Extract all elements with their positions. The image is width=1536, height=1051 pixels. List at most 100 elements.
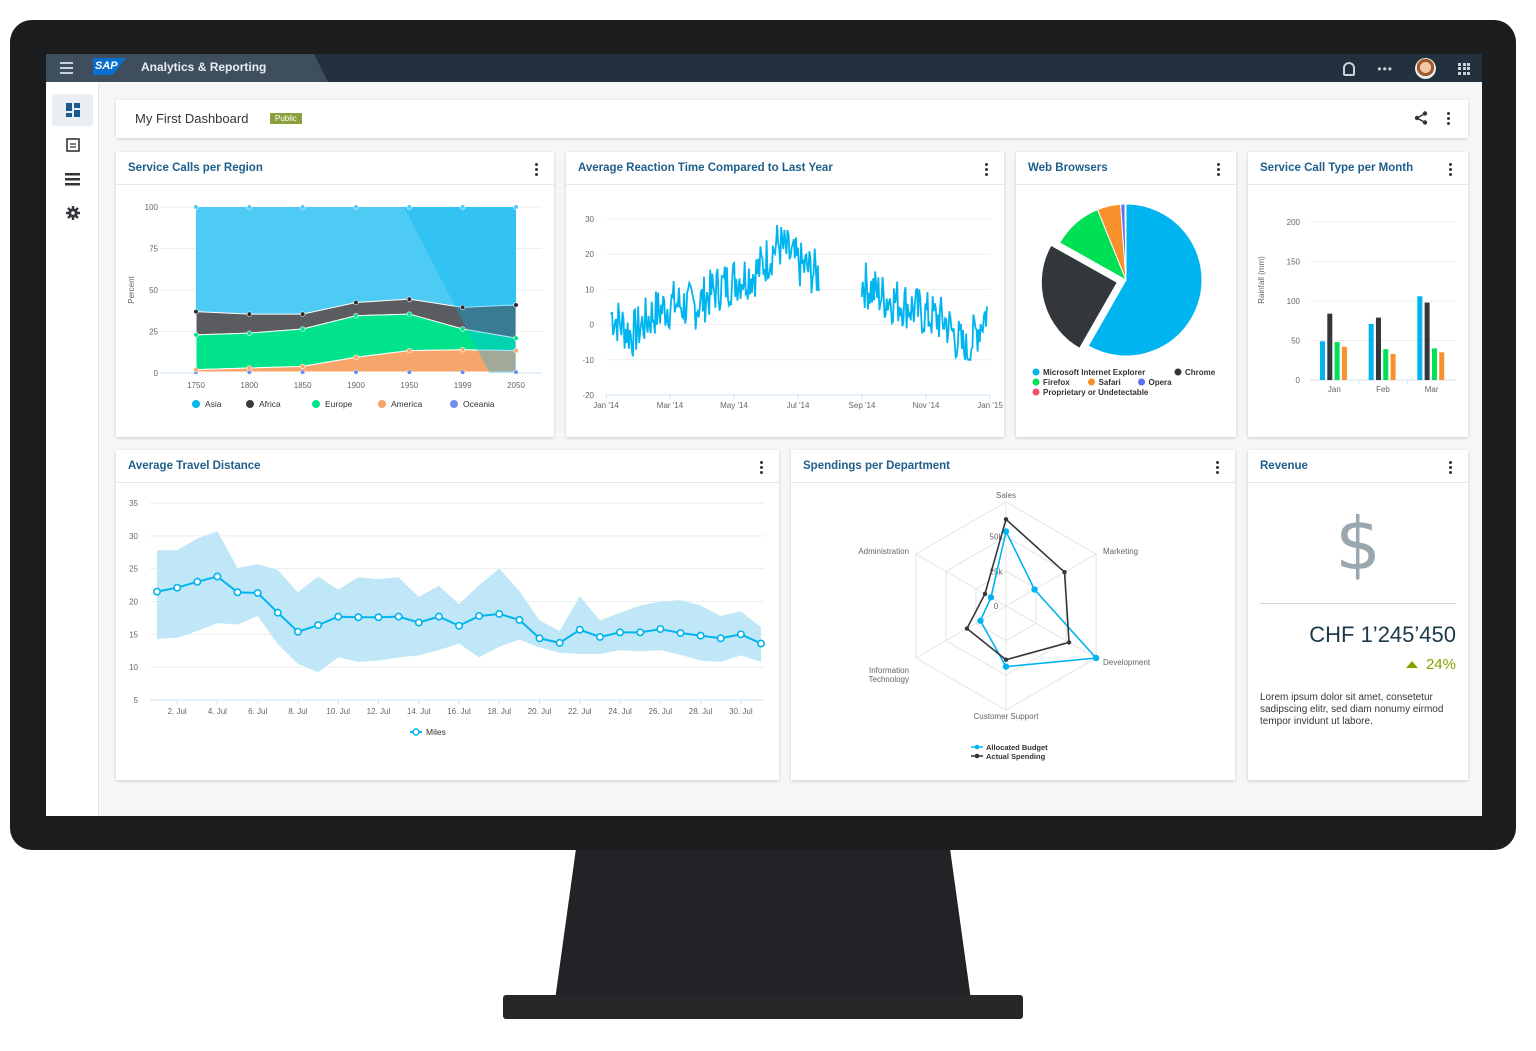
data-point: [300, 369, 306, 375]
data-point: [233, 588, 242, 597]
card-title: Average Travel Distance: [128, 460, 261, 472]
more-vertical-icon[interactable]: [1449, 461, 1452, 474]
series-line: [610, 224, 988, 362]
data-point: [460, 369, 466, 375]
y-tick-label: 150: [1287, 258, 1301, 267]
x-tick-label: 18. Jul: [487, 707, 511, 716]
more-horizontal-icon[interactable]: •••: [1377, 62, 1393, 76]
data-point: [696, 631, 705, 640]
visibility-badge: Public: [270, 113, 302, 124]
monitor-stand-base: [503, 995, 1023, 1019]
x-tick-label: Nov '14: [913, 401, 940, 410]
more-vertical-icon[interactable]: [985, 163, 988, 176]
data-point: [475, 611, 484, 620]
data-point: [193, 308, 199, 315]
card-travel-distance: Average Travel Distance 5 10 15 20 25 30 35 2. …: [116, 450, 779, 780]
sidebar-item-settings[interactable]: [52, 197, 93, 229]
x-tick-label: 4. Jul: [208, 707, 227, 716]
x-tick-label: 10. Jul: [326, 707, 350, 716]
data-point: [460, 347, 466, 353]
data-point: [656, 625, 665, 634]
more-vertical-icon[interactable]: [760, 461, 763, 474]
legend-marker: [246, 400, 254, 408]
data-point: [253, 588, 262, 597]
data-point: [1092, 654, 1100, 662]
bar: [1334, 342, 1340, 380]
r-tick-label: 0: [994, 602, 999, 611]
data-point: [246, 365, 252, 371]
sidebar-item-dashboard[interactable]: [52, 94, 93, 126]
card-title: Revenue: [1260, 460, 1308, 472]
x-tick-label: Jul '14: [787, 401, 810, 410]
card-title: Average Reaction Time Compared to Last Y…: [578, 162, 833, 174]
x-tick-label: 22. Jul: [568, 707, 592, 716]
x-tick-label: 1800: [240, 381, 258, 390]
data-point: [246, 311, 252, 317]
menu-icon[interactable]: [60, 62, 73, 74]
x-tick-label: Feb: [1376, 385, 1390, 394]
app-title: Analytics & Reporting: [141, 60, 267, 74]
dashboard-header: My First Dashboard Public: [116, 100, 1468, 138]
y-tick-label: 10: [585, 285, 594, 294]
data-point: [513, 335, 519, 341]
x-tick-label: 24. Jul: [608, 707, 632, 716]
legend-marker: [1032, 368, 1040, 376]
data-point: [193, 367, 199, 373]
data-point: [575, 625, 584, 634]
x-tick-label: 1750: [187, 381, 205, 390]
data-point: [513, 204, 519, 210]
axis-label: Customer Support: [974, 712, 1040, 721]
side-navigation: [46, 82, 99, 816]
y-axis-label: Rainfall (mm): [1257, 256, 1266, 304]
data-point: [1031, 586, 1038, 593]
more-vertical-icon[interactable]: [1449, 163, 1452, 176]
app-launcher-grid-icon[interactable]: [1458, 62, 1470, 75]
data-point: [314, 621, 323, 630]
data-point: [595, 632, 604, 641]
data-point: [406, 347, 412, 354]
user-avatar[interactable]: [1415, 58, 1436, 79]
data-point: [353, 299, 359, 306]
data-point: [394, 612, 403, 621]
axis-label: Technology: [869, 675, 909, 684]
legend-label: Opera: [1149, 378, 1173, 387]
more-vertical-icon[interactable]: [535, 163, 538, 176]
trend-up-icon: [1405, 661, 1418, 668]
legend-label: Firefox: [1043, 378, 1070, 387]
legend-label: Proprietary or Undetectable: [1043, 388, 1149, 397]
x-tick-label: 1950: [400, 381, 418, 390]
data-point: [555, 638, 564, 647]
axis-label: Marketing: [1103, 547, 1138, 556]
bar: [1327, 313, 1333, 380]
legend-marker: [1174, 368, 1182, 376]
share-icon[interactable]: [1414, 111, 1428, 130]
y-tick-label: 200: [1287, 218, 1301, 227]
data-point: [300, 204, 306, 210]
more-vertical-icon[interactable]: [1217, 163, 1220, 176]
more-vertical-icon[interactable]: [1216, 461, 1219, 474]
radar-chart: 025k50kSalesMarketingDevelopmentCustomer…: [858, 491, 1151, 761]
monitor-stand: [555, 850, 971, 1000]
legend-label: Allocated Budget: [986, 743, 1048, 752]
card-web-browsers: Web Browsers Microsoft Internet Explorer…: [1016, 152, 1236, 437]
sidebar-item-list[interactable]: [52, 163, 93, 195]
y-tick-label: 20: [129, 598, 138, 607]
line-range-chart: 5 10 15 20 25 30 35 2. Jul 4. Jul 6. Jul 8. Jul 10.…: [129, 499, 765, 737]
more-vertical-icon[interactable]: [1447, 112, 1450, 125]
card-spendings: Spendings per Department 0 25k 50k Sales Mar…: [791, 450, 1235, 780]
y-tick-label: 100: [145, 203, 159, 212]
legend-marker: [1032, 378, 1040, 386]
data-point: [1003, 517, 1009, 522]
data-point: [977, 617, 984, 624]
data-point: [300, 363, 306, 369]
sidebar-item-reports[interactable]: [52, 129, 93, 161]
legend-marker: [1088, 378, 1095, 386]
y-tick-label: 30: [585, 215, 594, 224]
data-point: [246, 204, 252, 210]
notification-bell-icon[interactable]: [1343, 61, 1356, 76]
data-point: [273, 608, 282, 617]
bar: [1439, 352, 1445, 380]
axis-label: Information: [869, 666, 909, 675]
data-point: [513, 369, 519, 375]
data-point: [535, 634, 544, 643]
